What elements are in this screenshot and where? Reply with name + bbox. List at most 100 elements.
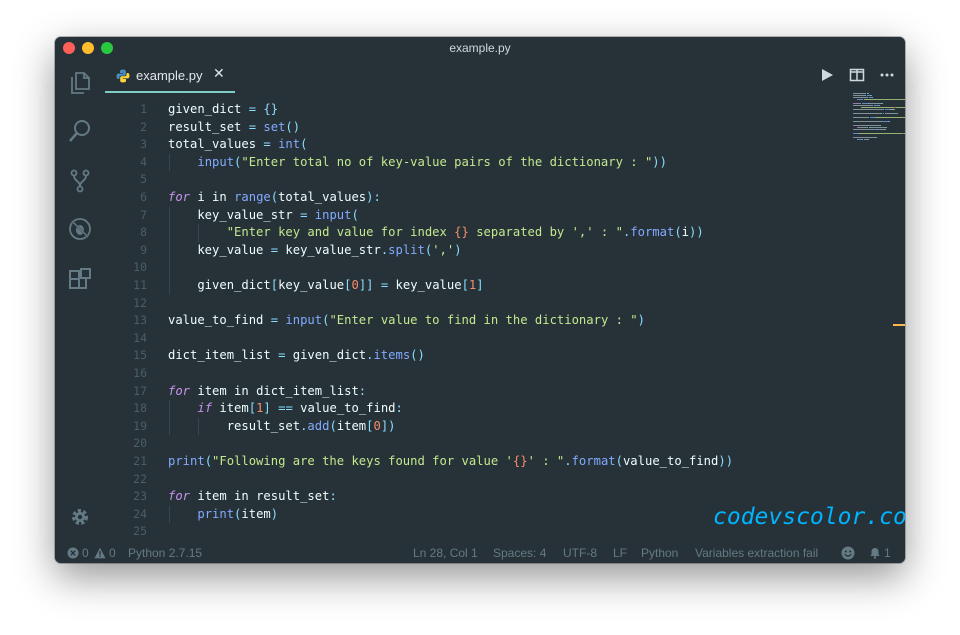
minimap-stroke	[904, 133, 905, 134]
code-token: given_dict	[168, 102, 249, 116]
code-line[interactable]: 2 result_set = set()	[105, 119, 845, 137]
code-token: 0	[351, 278, 359, 292]
minimap-stroke	[870, 127, 886, 128]
code-token: given_dict	[168, 278, 271, 292]
code-text: given_dict[key_value[0]] = key_value[1]	[168, 277, 484, 295]
line-number: 17	[133, 383, 147, 398]
code-token: split	[388, 242, 425, 257]
minimap-stroke	[871, 97, 873, 98]
maximize-window-button[interactable]	[101, 42, 113, 54]
code-token: (	[270, 190, 279, 204]
code-token: "Following are the keys found for value …	[212, 454, 513, 468]
minimap-stroke	[853, 117, 868, 118]
code-line[interactable]: 15 dict_item_list = given_dict.items()	[105, 347, 845, 365]
python-interpreter[interactable]: Python 2.7.15	[128, 546, 202, 560]
minimap[interactable]	[853, 93, 905, 153]
code-line[interactable]: 9 key_value = key_value_str.split(',')	[105, 242, 845, 260]
code-line[interactable]: 12	[105, 295, 845, 313]
code-line[interactable]: 20	[105, 435, 845, 453]
code-line[interactable]: 17 for item in dict_item_list:	[105, 383, 845, 401]
code-token: ]	[476, 278, 484, 292]
code-token: ])	[380, 418, 396, 433]
code-token: total_values	[168, 137, 264, 152]
minimap-stroke	[883, 129, 886, 130]
code-line[interactable]: 6 for i in range(total_values):	[105, 189, 845, 207]
code-token: key_value_str	[168, 207, 301, 222]
code-text: print("Following are the keys found for …	[168, 453, 733, 471]
split-editor-icon[interactable]	[849, 67, 865, 83]
code-line[interactable]: 19 result_set.add(item[0])	[105, 418, 845, 436]
code-token: ))	[689, 225, 704, 240]
code-line[interactable]: 22	[105, 471, 845, 489]
warning-count[interactable]: 0	[109, 546, 116, 560]
feedback-smiley-icon[interactable]	[841, 546, 855, 560]
code-editor[interactable]: 1 given_dict = {} 2 result_set = set() 3 tota…	[105, 93, 905, 543]
code-line[interactable]: 3 total_values = int(	[105, 136, 845, 154]
minimap-stroke	[885, 127, 887, 128]
code-token: (	[351, 207, 359, 222]
code-line[interactable]: 13 value_to_find = input("Enter value to …	[105, 312, 845, 330]
minimap-stroke	[864, 95, 866, 96]
status-message[interactable]: Variables extraction fail	[695, 546, 818, 560]
minimap-stroke	[869, 121, 882, 122]
debug-icon[interactable]	[67, 216, 93, 242]
code-token: ' : "	[527, 454, 565, 468]
run-icon[interactable]	[819, 67, 835, 83]
code-line[interactable]: 8 "Enter key and value for index {} sepa…	[105, 224, 845, 242]
code-token: {}	[454, 225, 469, 240]
code-text: if item[1] == value_to_find:	[168, 400, 403, 418]
line-number: 12	[133, 295, 147, 310]
warning-icon[interactable]	[94, 547, 106, 559]
code-line[interactable]: 21 print("Following are the keys found fo…	[105, 453, 845, 471]
minimap-stroke	[866, 97, 868, 98]
encoding[interactable]: UTF-8	[563, 546, 597, 560]
source-control-icon[interactable]	[67, 168, 93, 194]
code-line[interactable]: 14	[105, 330, 845, 348]
minimap-stroke	[853, 109, 868, 110]
notification-count[interactable]: 1	[884, 546, 891, 560]
code-token: for	[168, 190, 191, 204]
code-token: [	[461, 278, 469, 292]
minimap-stroke	[859, 103, 862, 104]
minimize-window-button[interactable]	[82, 42, 94, 54]
code-line[interactable]: 7 key_value_str = input(	[105, 207, 845, 225]
code-line[interactable]: 11 given_dict[key_value[0]] = key_value[…	[105, 277, 845, 295]
code-line[interactable]: 5	[105, 171, 845, 189]
gear-icon[interactable]	[67, 504, 93, 530]
explorer-icon[interactable]	[67, 70, 93, 96]
minimap-stroke	[897, 113, 899, 114]
line-number: 8	[140, 225, 147, 240]
code-line[interactable]: 4 input("Enter total no of key-value pai…	[105, 154, 845, 172]
search-icon[interactable]	[67, 118, 93, 144]
tab-close-icon[interactable]: ✕	[213, 66, 225, 82]
code-line[interactable]: 1 given_dict = {}	[105, 101, 845, 119]
code-token: ()	[285, 119, 301, 134]
code-token: "Enter value to find in the dictionary :…	[329, 313, 638, 328]
indentation[interactable]: Spaces: 4	[493, 546, 546, 560]
line-number: 2	[140, 119, 147, 134]
line-number: 25	[133, 524, 147, 539]
code-text: for item in dict_item_list:	[168, 383, 366, 401]
error-icon[interactable]	[67, 547, 79, 559]
end-of-line[interactable]: LF	[613, 546, 627, 560]
bell-icon[interactable]	[869, 547, 881, 559]
code-token: =	[270, 313, 279, 328]
code-token: key_value	[388, 278, 462, 292]
cursor-position[interactable]: Ln 28, Col 1	[413, 546, 478, 560]
code-text: for i in range(total_values):	[168, 189, 381, 207]
code-line[interactable]: 16	[105, 365, 845, 383]
error-count[interactable]: 0	[82, 546, 89, 560]
code-line[interactable]: 10	[105, 259, 845, 277]
code-token: )	[454, 242, 462, 257]
minimap-stroke	[868, 109, 884, 110]
line-number: 24	[133, 506, 147, 521]
extensions-icon[interactable]	[67, 266, 93, 292]
tab-example-py[interactable]: example.py ✕	[105, 58, 235, 93]
language-mode[interactable]: Python	[641, 546, 678, 560]
code-token: print	[197, 506, 235, 521]
more-actions-icon[interactable]	[879, 67, 895, 83]
code-line[interactable]: 18 if item[1] == value_to_find:	[105, 400, 845, 418]
close-window-button[interactable]	[63, 42, 75, 54]
code-token: for	[168, 489, 191, 504]
code-token: key_value	[278, 278, 345, 292]
